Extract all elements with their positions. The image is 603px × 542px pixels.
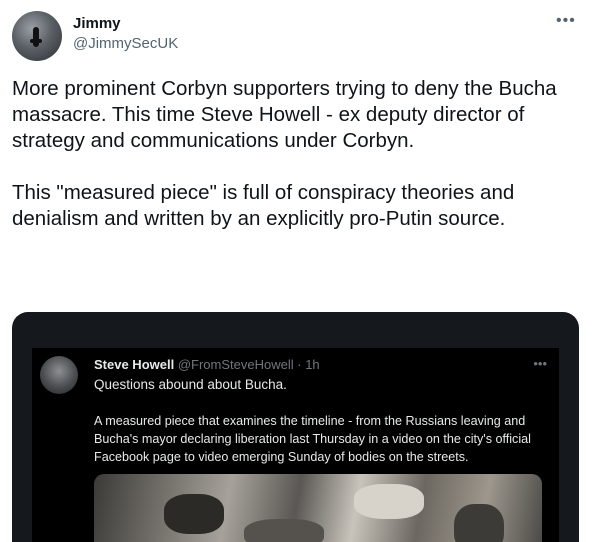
embedded-body: A measured piece that examines the timel… — [94, 414, 531, 464]
embedded-name: Steve Howell — [94, 357, 175, 372]
embedded-more-icon: ••• — [533, 356, 547, 371]
embedded-time: 1h — [305, 357, 320, 372]
embedded-avatar — [40, 356, 78, 394]
more-horizontal-icon[interactable]: ••• — [556, 12, 576, 30]
avatar-figure-arms — [30, 39, 42, 43]
author-name[interactable]: Jimmy — [73, 15, 121, 32]
embedded-handle: @FromSteveHowell — [177, 357, 294, 372]
tweet-media-screenshot[interactable]: Steve Howell @FromSteveHowell · 1h ••• Q… — [12, 312, 579, 542]
avatar-figure — [33, 27, 39, 47]
embedded-photo — [94, 474, 542, 542]
author-handle[interactable]: @JimmySecUK — [73, 35, 178, 52]
tweet-text: More prominent Corbyn supporters trying … — [12, 77, 557, 230]
embedded-line1: Questions abound about Bucha. — [94, 377, 287, 392]
embedded-header: Steve Howell @FromSteveHowell · 1h — [94, 357, 320, 372]
author-avatar[interactable] — [12, 11, 62, 61]
embedded-separator: · — [297, 357, 302, 372]
embedded-tweet: Steve Howell @FromSteveHowell · 1h ••• Q… — [32, 348, 559, 542]
